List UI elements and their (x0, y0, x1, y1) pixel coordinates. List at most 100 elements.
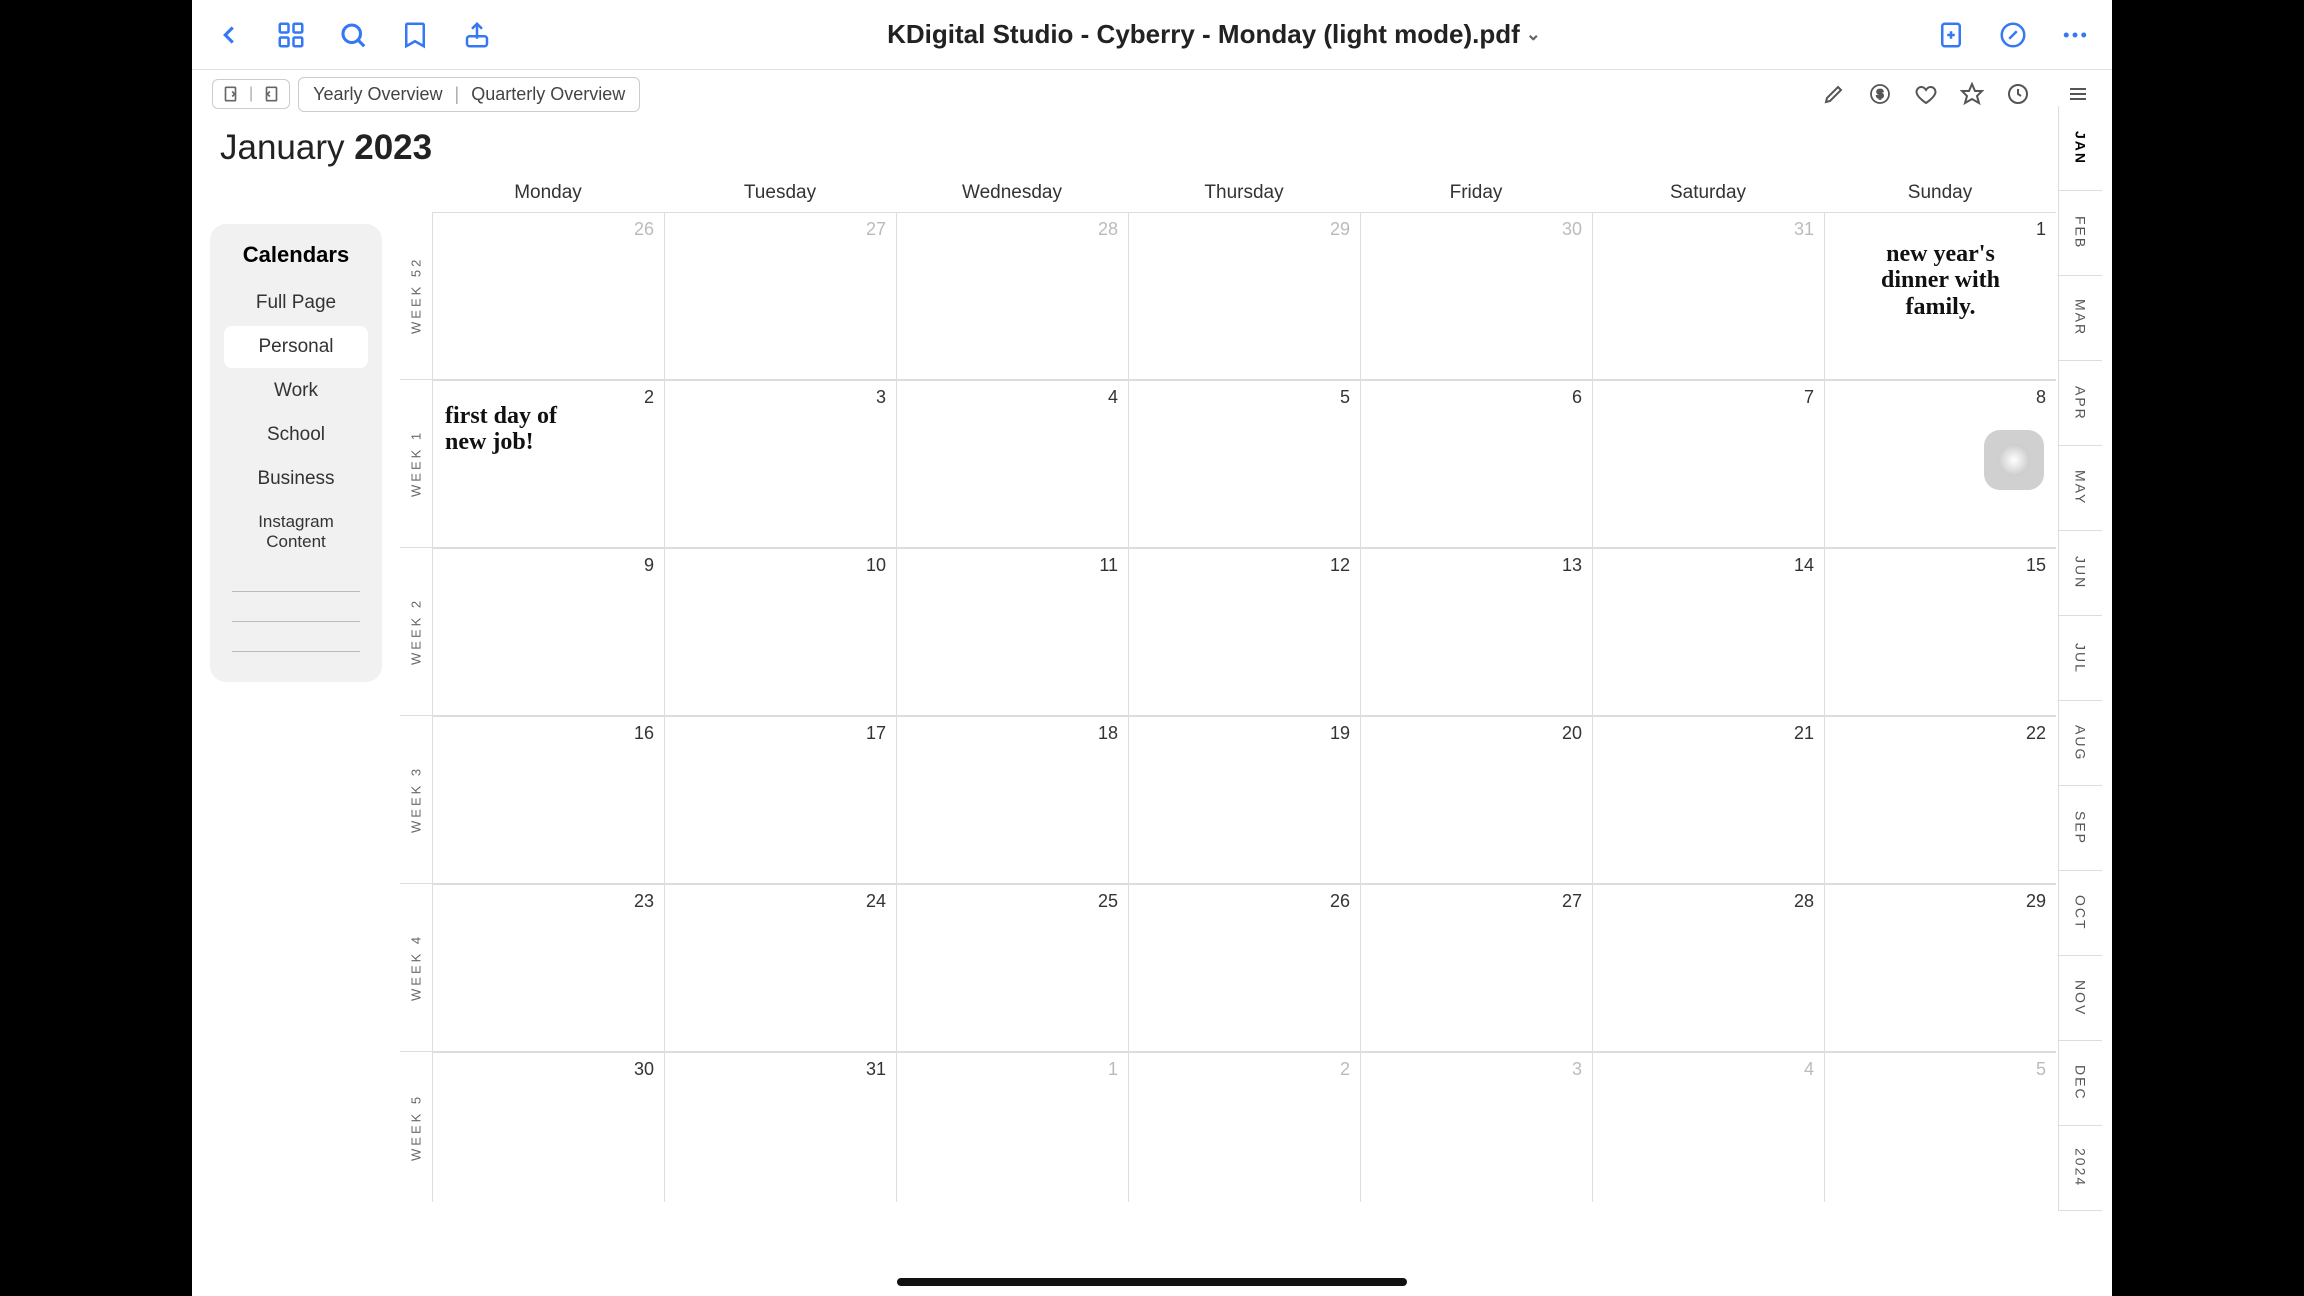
day-number: 7 (1804, 387, 1814, 408)
week-label: WEEK 4 (400, 884, 432, 1051)
day-cell[interactable]: 16 (432, 716, 664, 883)
day-number: 9 (644, 555, 654, 576)
yearly-overview-link[interactable]: Yearly Overview (313, 84, 442, 105)
pencil-icon[interactable] (1820, 80, 1848, 108)
day-cell[interactable]: 10 (664, 548, 896, 715)
assistive-touch-button[interactable] (1984, 430, 2044, 490)
day-cell[interactable]: 7 (1592, 380, 1824, 547)
day-cell[interactable]: 27 (664, 212, 896, 379)
day-number: 23 (634, 891, 654, 912)
day-cell[interactable]: 13 (1360, 548, 1592, 715)
day-cell[interactable]: 11 (896, 548, 1128, 715)
day-cell[interactable]: 1new year's dinner with family. (1824, 212, 2056, 379)
dollar-icon[interactable]: $ (1866, 80, 1894, 108)
month-tab-jun[interactable]: JUN (2058, 531, 2102, 616)
day-number: 30 (1562, 219, 1582, 240)
month-tab-feb[interactable]: FEB (2058, 191, 2102, 276)
document-title-dropdown[interactable]: KDigital Studio - Cyberry - Monday (ligh… (494, 19, 1934, 50)
grid-view-button[interactable] (274, 18, 308, 52)
day-cell[interactable]: 18 (896, 716, 1128, 883)
day-number: 26 (634, 219, 654, 240)
day-cell[interactable]: 14 (1592, 548, 1824, 715)
day-number: 31 (866, 1059, 886, 1080)
sidebar-item-business[interactable]: Business (224, 458, 368, 500)
markup-button[interactable] (1996, 18, 2030, 52)
sidebar-item-full-page[interactable]: Full Page (224, 282, 368, 324)
day-number: 11 (1099, 555, 1118, 576)
home-indicator[interactable] (897, 1278, 1407, 1286)
day-header-sunday: Sunday (1824, 174, 2056, 212)
day-number: 5 (2036, 1059, 2046, 1080)
day-cell[interactable]: 26 (432, 212, 664, 379)
sidebar-item-work[interactable]: Work (224, 370, 368, 412)
day-cell[interactable]: 15 (1824, 548, 2056, 715)
day-cell[interactable]: 3 (1360, 1052, 1592, 1202)
day-number: 12 (1330, 555, 1350, 576)
day-cell[interactable]: 31 (1592, 212, 1824, 379)
day-cell[interactable]: 21 (1592, 716, 1824, 883)
more-button[interactable] (2058, 18, 2092, 52)
month-tab-mar[interactable]: MAR (2058, 276, 2102, 361)
month-tab-may[interactable]: MAY (2058, 446, 2102, 531)
month-tab-sep[interactable]: SEP (2058, 786, 2102, 871)
day-cell[interactable]: 23 (432, 884, 664, 1051)
day-number: 29 (2026, 891, 2046, 912)
back-button[interactable] (212, 18, 246, 52)
star-icon[interactable] (1958, 80, 1986, 108)
day-cell[interactable]: 9 (432, 548, 664, 715)
day-cell[interactable]: 4 (1592, 1052, 1824, 1202)
day-cell[interactable]: 5 (1824, 1052, 2056, 1202)
day-cell[interactable]: 17 (664, 716, 896, 883)
day-cell[interactable]: 24 (664, 884, 896, 1051)
month-tab-jul[interactable]: JUL (2058, 616, 2102, 701)
day-number: 17 (866, 723, 886, 744)
day-cell[interactable]: 22 (1824, 716, 2056, 883)
day-cell[interactable]: 20 (1360, 716, 1592, 883)
day-cell[interactable]: 28 (1592, 884, 1824, 1051)
day-cell[interactable]: 19 (1128, 716, 1360, 883)
day-header-friday: Friday (1360, 174, 1592, 212)
day-cell[interactable]: 5 (1128, 380, 1360, 547)
add-page-button[interactable] (1934, 18, 1968, 52)
month-tab-oct[interactable]: OCT (2058, 871, 2102, 956)
day-cell[interactable]: 28 (896, 212, 1128, 379)
day-number: 29 (1330, 219, 1350, 240)
sidebar-item-school[interactable]: School (224, 414, 368, 456)
month-tab-aug[interactable]: AUG (2058, 701, 2102, 786)
svg-text:$: $ (1877, 87, 1884, 101)
handwritten-note: new year's dinner with family. (1831, 219, 2050, 320)
month-tab-dec[interactable]: DEC (2058, 1041, 2102, 1126)
day-header-tuesday: Tuesday (664, 174, 896, 212)
day-cell[interactable]: 30 (1360, 212, 1592, 379)
month-tab-jan[interactable]: JAN (2058, 106, 2102, 191)
quarterly-overview-link[interactable]: Quarterly Overview (471, 84, 625, 105)
day-cell[interactable]: 12 (1128, 548, 1360, 715)
day-cell[interactable]: 27 (1360, 884, 1592, 1051)
sidebar-item-instagram-content[interactable]: Instagram Content (224, 502, 368, 562)
day-cell[interactable]: 2first day of new job! (432, 380, 664, 547)
day-cell[interactable]: 3 (664, 380, 896, 547)
month-tab-nov[interactable]: NOV (2058, 956, 2102, 1041)
day-cell[interactable]: 29 (1128, 212, 1360, 379)
day-cell[interactable]: 29 (1824, 884, 2056, 1051)
day-cell[interactable]: 2 (1128, 1052, 1360, 1202)
page-nav-group[interactable]: | (212, 79, 290, 109)
bookmark-button[interactable] (398, 18, 432, 52)
day-cell[interactable]: 4 (896, 380, 1128, 547)
heart-icon[interactable] (1912, 80, 1940, 108)
share-button[interactable] (460, 18, 494, 52)
day-cell[interactable]: 6 (1360, 380, 1592, 547)
month-tab-2024[interactable]: 2024 (2058, 1126, 2102, 1211)
day-cell[interactable]: 30 (432, 1052, 664, 1202)
day-cell[interactable]: 31 (664, 1052, 896, 1202)
day-cell[interactable]: 1 (896, 1052, 1128, 1202)
day-header-thursday: Thursday (1128, 174, 1360, 212)
day-cell[interactable]: 26 (1128, 884, 1360, 1051)
clock-icon[interactable] (2004, 80, 2032, 108)
week-label: WEEK 3 (400, 716, 432, 883)
menu-icon[interactable] (2064, 80, 2092, 108)
month-tab-apr[interactable]: APR (2058, 361, 2102, 446)
day-cell[interactable]: 25 (896, 884, 1128, 1051)
search-button[interactable] (336, 18, 370, 52)
sidebar-item-personal[interactable]: Personal (224, 326, 368, 368)
